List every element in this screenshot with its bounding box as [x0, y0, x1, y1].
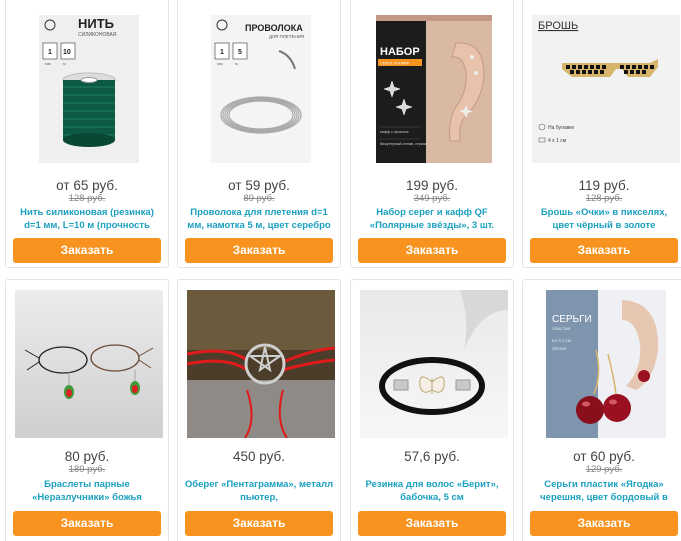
product-card[interactable]: 80 руб. 189 руб. Браслеты парные «Неразл… [5, 279, 169, 541]
product-image[interactable] [187, 290, 335, 438]
product-title-link[interactable]: Проволока для плетения d=1 мм, намотка 5… [184, 206, 334, 232]
order-button[interactable]: Заказать [358, 238, 506, 263]
svg-text:кафф с прокола: кафф с прокола [380, 130, 409, 134]
product-title-link[interactable]: Нить силиконовая (резинка) d=1 мм, L=10 … [12, 206, 162, 232]
product-title-link[interactable]: Набор серег и кафф QF «Полярные звёзды»,… [357, 206, 507, 232]
product-old-price: 189 руб. [68, 464, 106, 475]
svg-text:м: м [63, 61, 66, 66]
image-heading: БРОШЬ [538, 20, 578, 32]
svg-text:ЛЁГКИЕ: ЛЁГКИЕ [552, 347, 567, 351]
product-image[interactable]: НАБОР СЕРЕГ И КАФФ кафф с прокола бижуте… [360, 15, 508, 163]
product-image[interactable]: ПРОВОЛОКА ДЛЯ ПЛЕТЕНИЯ 1 5 мм м [187, 15, 335, 163]
product-old-price: 128 руб. [585, 193, 623, 204]
product-image[interactable]: СЕРЬГИ ПЛАСТИК 6,5 Х 2 СМ ЛЁГКИЕ [532, 290, 680, 438]
svg-text:бижутерный сплав, стразы: бижутерный сплав, стразы [380, 142, 428, 146]
product-price: от 65 руб. [56, 178, 118, 193]
product-image[interactable]: НИТЬ СИЛИКОНОВАЯ 1 10 мм м [15, 15, 163, 163]
product-old-price: 89 руб. [243, 193, 275, 204]
product-old-price: 129 руб. [585, 464, 623, 475]
product-card[interactable]: СЕРЬГИ ПЛАСТИК 6,5 Х 2 СМ ЛЁГКИЕ от 60 р… [522, 279, 681, 541]
product-card[interactable]: НИТЬ СИЛИКОНОВАЯ 1 10 мм м от 65 руб. 12… [5, 0, 169, 268]
product-card[interactable]: ПРОВОЛОКА ДЛЯ ПЛЕТЕНИЯ 1 5 мм м от 59 ру… [177, 0, 341, 268]
product-title-link[interactable]: Серьги пластик «Ягодка» черешня, цвет бо… [529, 478, 679, 504]
product-title-link[interactable]: Браслеты парные «Неразлучники» божья [12, 478, 162, 504]
order-button[interactable]: Заказать [530, 511, 678, 536]
image-heading: НИТЬ [78, 16, 114, 31]
product-card[interactable]: НАБОР СЕРЕГ И КАФФ кафф с прокола бижуте… [350, 0, 514, 268]
image-heading: ПРОВОЛОКА [245, 23, 303, 33]
svg-text:мм: мм [217, 61, 223, 66]
product-price: от 59 руб. [228, 178, 290, 193]
svg-text:ДЛЯ ПЛЕТЕНИЯ: ДЛЯ ПЛЕТЕНИЯ [269, 34, 304, 39]
product-title-link[interactable]: Оберег «Пентаграмма», металл пьютер, [184, 478, 334, 504]
svg-text:м: м [235, 61, 238, 66]
product-title-link[interactable]: Брошь «Очки» в пикселях, цвет чёрный в з… [529, 206, 679, 232]
product-image[interactable] [360, 290, 508, 438]
product-price: 57,6 руб. [404, 449, 460, 464]
order-button[interactable]: Заказать [13, 238, 161, 263]
image-heading: СЕРЬГИ [552, 314, 592, 325]
order-button[interactable]: Заказать [530, 238, 678, 263]
svg-text:мм: мм [45, 61, 51, 66]
product-image[interactable]: БРОШЬ На булавке 4 х 1 см [532, 15, 680, 163]
product-price: 119 руб. [578, 178, 630, 193]
product-card[interactable]: 450 руб. Оберег «Пентаграмма», металл пь… [177, 279, 341, 541]
product-price: 450 руб. [232, 449, 286, 464]
product-title-link[interactable]: Резинка для волос «Берит», бабочка, 5 см [357, 478, 507, 504]
order-button[interactable]: Заказать [185, 238, 333, 263]
product-card[interactable]: 57,6 руб. Резинка для волос «Берит», баб… [350, 279, 514, 541]
order-button[interactable]: Заказать [358, 511, 506, 536]
svg-text:4 х 1 см: 4 х 1 см [548, 138, 567, 144]
product-grid: НИТЬ СИЛИКОНОВАЯ 1 10 мм м от 65 руб. 12… [0, 0, 681, 541]
svg-text:СИЛИКОНОВАЯ: СИЛИКОНОВАЯ [78, 32, 117, 38]
svg-text:1: 1 [220, 49, 224, 56]
product-price: 199 руб. [405, 178, 459, 193]
product-price: от 60 руб. [573, 449, 635, 464]
svg-text:10: 10 [63, 49, 71, 56]
svg-text:На булавке: На булавке [548, 125, 575, 131]
product-card[interactable]: БРОШЬ На булавке 4 х 1 см 119 руб. 128 р… [522, 0, 681, 268]
svg-text:1: 1 [48, 49, 52, 56]
order-button[interactable]: Заказать [13, 511, 161, 536]
order-button[interactable]: Заказать [185, 511, 333, 536]
svg-text:6,5 Х 2 СМ: 6,5 Х 2 СМ [552, 339, 571, 343]
product-old-price: 349 руб. [413, 193, 451, 204]
svg-text:5: 5 [238, 49, 242, 56]
product-price: 80 руб. [64, 449, 110, 464]
product-old-price: 128 руб. [68, 193, 106, 204]
svg-text:СЕРЕГ И КАФФ: СЕРЕГ И КАФФ [380, 61, 409, 66]
svg-text:ПЛАСТИК: ПЛАСТИК [552, 326, 571, 331]
image-heading: НАБОР [380, 46, 420, 58]
product-image[interactable] [15, 290, 163, 438]
